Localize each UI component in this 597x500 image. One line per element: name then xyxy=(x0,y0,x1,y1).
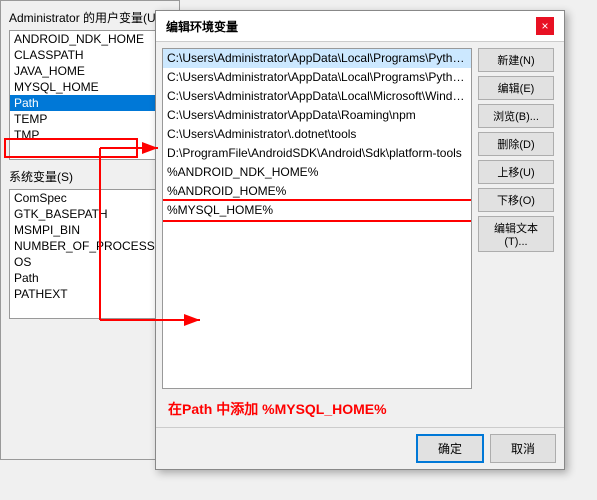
user-var-item[interactable]: TMP xyxy=(10,127,170,143)
env-vars-panel: Administrator 的用户变量(U) ANDROID_NDK_HOMEC… xyxy=(0,0,180,460)
user-var-item[interactable]: MYSQL_HOME xyxy=(10,79,170,95)
system-var-item[interactable]: NUMBER_OF_PROCESSORS xyxy=(10,238,170,254)
dialog-title: 编辑环境变量 xyxy=(166,18,238,35)
user-var-item[interactable]: JAVA_HOME xyxy=(10,63,170,79)
path-list-item[interactable]: %MYSQL_HOME% xyxy=(163,201,471,220)
cancel-button[interactable]: 取消 xyxy=(490,434,556,463)
system-var-item[interactable]: ComSpec xyxy=(10,190,170,206)
dialog-body: C:\Users\Administrator\AppData\Local\Pro… xyxy=(156,42,564,395)
dialog-titlebar: 编辑环境变量 × xyxy=(156,11,564,42)
path-list[interactable]: C:\Users\Administrator\AppData\Local\Pro… xyxy=(162,48,472,389)
system-vars-list[interactable]: ComSpecGTK_BASEPATHMSMPI_BINNUMBER_OF_PR… xyxy=(9,189,171,319)
annotation-area: 在Path 中添加 %MYSQL_HOME% xyxy=(156,395,564,427)
system-var-item[interactable]: Path xyxy=(10,270,170,286)
user-vars-title: Administrator 的用户变量(U) xyxy=(9,9,171,26)
annotation-text: 在Path 中添加 %MYSQL_HOME% xyxy=(168,401,387,417)
path-list-item[interactable]: C:\Users\Administrator\AppData\Local\Pro… xyxy=(163,49,471,68)
action-button[interactable]: 删除(D) xyxy=(478,132,554,156)
path-list-item[interactable]: C:\Users\Administrator\AppData\Local\Pro… xyxy=(163,68,471,87)
system-var-item[interactable]: MSMPI_BIN xyxy=(10,222,170,238)
dialog-footer: 确定取消 xyxy=(156,427,564,469)
path-list-item[interactable]: D:\ProgramFile\AndroidSDK\Android\Sdk\pl… xyxy=(163,144,471,163)
path-list-item[interactable]: C:\Users\Administrator\.dotnet\tools xyxy=(163,125,471,144)
user-var-item[interactable]: CLASSPATH xyxy=(10,47,170,63)
path-list-item[interactable]: %ANDROID_HOME% xyxy=(163,182,471,201)
edit-dialog: 编辑环境变量 × C:\Users\Administrator\AppData\… xyxy=(155,10,565,470)
action-button[interactable]: 下移(O) xyxy=(478,188,554,212)
action-button[interactable]: 新建(N) xyxy=(478,48,554,72)
system-vars-title: 系统变量(S) xyxy=(9,168,171,185)
path-list-item[interactable]: C:\Users\Administrator\AppData\Roaming\n… xyxy=(163,106,471,125)
system-var-item[interactable]: GTK_BASEPATH xyxy=(10,206,170,222)
action-button[interactable]: 编辑文本(T)... xyxy=(478,216,554,252)
user-var-item[interactable]: TEMP xyxy=(10,111,170,127)
path-list-item[interactable]: C:\Users\Administrator\AppData\Local\Mic… xyxy=(163,87,471,106)
action-button[interactable]: 编辑(E) xyxy=(478,76,554,100)
system-var-item[interactable]: OS xyxy=(10,254,170,270)
dialog-action-buttons: 新建(N) 编辑(E) 浏览(B)... 删除(D) 上移(U) 下移(O) 编辑文本(T)… xyxy=(478,48,558,389)
close-button[interactable]: × xyxy=(536,17,554,35)
action-button[interactable]: 浏览(B)... xyxy=(478,104,554,128)
path-list-item[interactable]: %ANDROID_NDK_HOME% xyxy=(163,163,471,182)
confirm-button[interactable]: 确定 xyxy=(416,434,484,463)
user-vars-list[interactable]: ANDROID_NDK_HOMECLASSPATHJAVA_HOMEMYSQL_… xyxy=(9,30,171,160)
action-button[interactable]: 上移(U) xyxy=(478,160,554,184)
system-var-item[interactable]: PATHEXT xyxy=(10,286,170,302)
user-var-item[interactable]: ANDROID_NDK_HOME xyxy=(10,31,170,47)
user-var-item[interactable]: Path xyxy=(10,95,170,111)
